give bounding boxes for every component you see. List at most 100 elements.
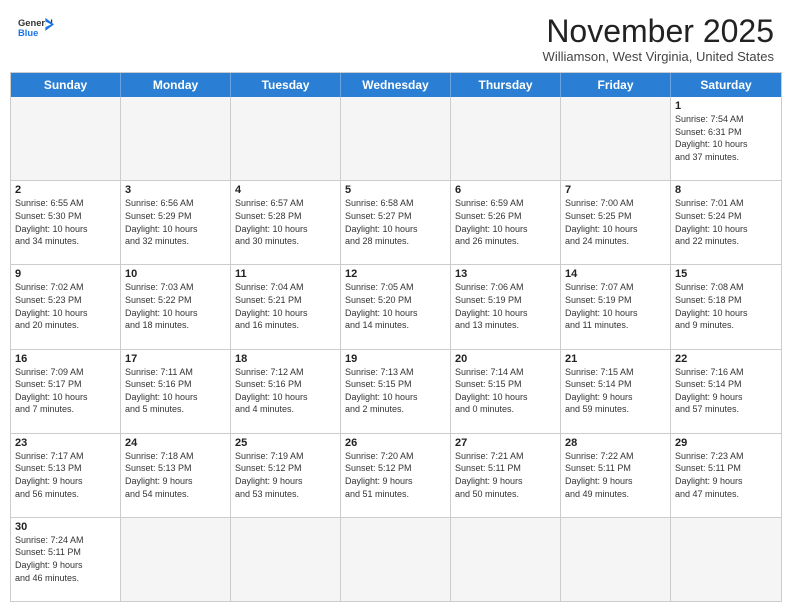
day-info: Sunrise: 7:03 AM Sunset: 5:22 PM Dayligh…: [125, 281, 226, 331]
day-header-sunday: Sunday: [11, 73, 121, 97]
day-cell: 27Sunrise: 7:21 AM Sunset: 5:11 PM Dayli…: [451, 434, 561, 517]
day-info: Sunrise: 7:23 AM Sunset: 5:11 PM Dayligh…: [675, 450, 777, 500]
day-cell: [671, 518, 781, 601]
week-row-1: 2Sunrise: 6:55 AM Sunset: 5:30 PM Daylig…: [11, 181, 781, 265]
day-info: Sunrise: 7:18 AM Sunset: 5:13 PM Dayligh…: [125, 450, 226, 500]
day-number: 9: [15, 268, 116, 280]
day-number: 22: [675, 353, 777, 365]
day-cell: 12Sunrise: 7:05 AM Sunset: 5:20 PM Dayli…: [341, 265, 451, 348]
location: Williamson, West Virginia, United States: [543, 49, 774, 64]
day-number: 21: [565, 353, 666, 365]
week-row-0: 1Sunrise: 7:54 AM Sunset: 6:31 PM Daylig…: [11, 97, 781, 181]
day-cell: 30Sunrise: 7:24 AM Sunset: 5:11 PM Dayli…: [11, 518, 121, 601]
day-cell: 14Sunrise: 7:07 AM Sunset: 5:19 PM Dayli…: [561, 265, 671, 348]
header: General Blue November 2025 Williamson, W…: [0, 0, 792, 72]
day-info: Sunrise: 7:04 AM Sunset: 5:21 PM Dayligh…: [235, 281, 336, 331]
day-cell: [231, 97, 341, 180]
day-info: Sunrise: 7:07 AM Sunset: 5:19 PM Dayligh…: [565, 281, 666, 331]
day-header-thursday: Thursday: [451, 73, 561, 97]
day-number: 7: [565, 184, 666, 196]
day-number: 28: [565, 437, 666, 449]
day-info: Sunrise: 7:08 AM Sunset: 5:18 PM Dayligh…: [675, 281, 777, 331]
day-cell: 5Sunrise: 6:58 AM Sunset: 5:27 PM Daylig…: [341, 181, 451, 264]
day-cell: 25Sunrise: 7:19 AM Sunset: 5:12 PM Dayli…: [231, 434, 341, 517]
day-number: 18: [235, 353, 336, 365]
day-number: 20: [455, 353, 556, 365]
day-cell: 6Sunrise: 6:59 AM Sunset: 5:26 PM Daylig…: [451, 181, 561, 264]
day-info: Sunrise: 7:01 AM Sunset: 5:24 PM Dayligh…: [675, 197, 777, 247]
day-cell: 4Sunrise: 6:57 AM Sunset: 5:28 PM Daylig…: [231, 181, 341, 264]
day-info: Sunrise: 6:56 AM Sunset: 5:29 PM Dayligh…: [125, 197, 226, 247]
title-block: November 2025 Williamson, West Virginia,…: [543, 14, 774, 64]
day-number: 1: [675, 100, 777, 112]
day-cell: [561, 518, 671, 601]
day-cell: [121, 518, 231, 601]
page: General Blue November 2025 Williamson, W…: [0, 0, 792, 612]
day-cell: 18Sunrise: 7:12 AM Sunset: 5:16 PM Dayli…: [231, 350, 341, 433]
day-cell: [11, 97, 121, 180]
day-cell: [341, 97, 451, 180]
day-cell: 10Sunrise: 7:03 AM Sunset: 5:22 PM Dayli…: [121, 265, 231, 348]
day-cell: [341, 518, 451, 601]
day-number: 6: [455, 184, 556, 196]
day-cell: 1Sunrise: 7:54 AM Sunset: 6:31 PM Daylig…: [671, 97, 781, 180]
day-cell: 13Sunrise: 7:06 AM Sunset: 5:19 PM Dayli…: [451, 265, 561, 348]
day-info: Sunrise: 7:22 AM Sunset: 5:11 PM Dayligh…: [565, 450, 666, 500]
day-info: Sunrise: 7:06 AM Sunset: 5:19 PM Dayligh…: [455, 281, 556, 331]
day-number: 14: [565, 268, 666, 280]
calendar: SundayMondayTuesdayWednesdayThursdayFrid…: [10, 72, 782, 602]
day-number: 4: [235, 184, 336, 196]
day-cell: 19Sunrise: 7:13 AM Sunset: 5:15 PM Dayli…: [341, 350, 451, 433]
day-number: 11: [235, 268, 336, 280]
day-info: Sunrise: 6:59 AM Sunset: 5:26 PM Dayligh…: [455, 197, 556, 247]
day-cell: 8Sunrise: 7:01 AM Sunset: 5:24 PM Daylig…: [671, 181, 781, 264]
day-cell: [451, 97, 561, 180]
day-cell: [451, 518, 561, 601]
day-cell: 9Sunrise: 7:02 AM Sunset: 5:23 PM Daylig…: [11, 265, 121, 348]
day-number: 26: [345, 437, 446, 449]
day-info: Sunrise: 7:21 AM Sunset: 5:11 PM Dayligh…: [455, 450, 556, 500]
day-info: Sunrise: 7:20 AM Sunset: 5:12 PM Dayligh…: [345, 450, 446, 500]
day-cell: [561, 97, 671, 180]
day-info: Sunrise: 7:11 AM Sunset: 5:16 PM Dayligh…: [125, 366, 226, 416]
day-header-wednesday: Wednesday: [341, 73, 451, 97]
day-number: 8: [675, 184, 777, 196]
week-row-5: 30Sunrise: 7:24 AM Sunset: 5:11 PM Dayli…: [11, 518, 781, 601]
day-number: 27: [455, 437, 556, 449]
day-cell: 29Sunrise: 7:23 AM Sunset: 5:11 PM Dayli…: [671, 434, 781, 517]
day-info: Sunrise: 7:05 AM Sunset: 5:20 PM Dayligh…: [345, 281, 446, 331]
day-cell: 21Sunrise: 7:15 AM Sunset: 5:14 PM Dayli…: [561, 350, 671, 433]
day-info: Sunrise: 7:02 AM Sunset: 5:23 PM Dayligh…: [15, 281, 116, 331]
day-number: 5: [345, 184, 446, 196]
day-header-friday: Friday: [561, 73, 671, 97]
day-cell: 16Sunrise: 7:09 AM Sunset: 5:17 PM Dayli…: [11, 350, 121, 433]
day-cell: [231, 518, 341, 601]
day-headers: SundayMondayTuesdayWednesdayThursdayFrid…: [11, 73, 781, 97]
day-info: Sunrise: 7:00 AM Sunset: 5:25 PM Dayligh…: [565, 197, 666, 247]
day-info: Sunrise: 7:54 AM Sunset: 6:31 PM Dayligh…: [675, 113, 777, 163]
svg-text:Blue: Blue: [18, 28, 38, 38]
day-header-tuesday: Tuesday: [231, 73, 341, 97]
day-info: Sunrise: 7:12 AM Sunset: 5:16 PM Dayligh…: [235, 366, 336, 416]
day-number: 30: [15, 521, 116, 533]
generalblue-logo-icon: General Blue: [18, 14, 54, 42]
day-number: 15: [675, 268, 777, 280]
day-number: 19: [345, 353, 446, 365]
week-row-3: 16Sunrise: 7:09 AM Sunset: 5:17 PM Dayli…: [11, 350, 781, 434]
day-header-saturday: Saturday: [671, 73, 781, 97]
day-cell: 26Sunrise: 7:20 AM Sunset: 5:12 PM Dayli…: [341, 434, 451, 517]
day-number: 3: [125, 184, 226, 196]
week-row-2: 9Sunrise: 7:02 AM Sunset: 5:23 PM Daylig…: [11, 265, 781, 349]
day-number: 10: [125, 268, 226, 280]
day-number: 13: [455, 268, 556, 280]
day-header-monday: Monday: [121, 73, 231, 97]
day-info: Sunrise: 7:17 AM Sunset: 5:13 PM Dayligh…: [15, 450, 116, 500]
day-info: Sunrise: 6:55 AM Sunset: 5:30 PM Dayligh…: [15, 197, 116, 247]
day-info: Sunrise: 7:09 AM Sunset: 5:17 PM Dayligh…: [15, 366, 116, 416]
day-cell: 7Sunrise: 7:00 AM Sunset: 5:25 PM Daylig…: [561, 181, 671, 264]
day-cell: 17Sunrise: 7:11 AM Sunset: 5:16 PM Dayli…: [121, 350, 231, 433]
day-cell: 28Sunrise: 7:22 AM Sunset: 5:11 PM Dayli…: [561, 434, 671, 517]
day-cell: 15Sunrise: 7:08 AM Sunset: 5:18 PM Dayli…: [671, 265, 781, 348]
day-number: 23: [15, 437, 116, 449]
day-cell: 23Sunrise: 7:17 AM Sunset: 5:13 PM Dayli…: [11, 434, 121, 517]
